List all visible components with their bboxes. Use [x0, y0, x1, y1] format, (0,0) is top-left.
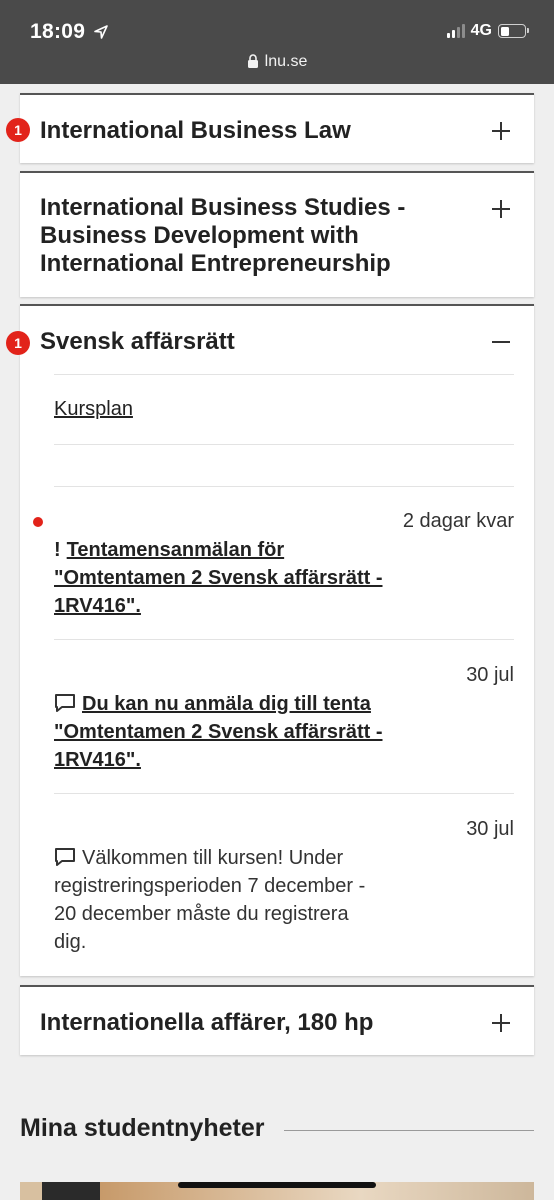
clock: 18:09 [30, 20, 86, 43]
url-text: lnu.se [264, 53, 308, 70]
divider [54, 639, 514, 640]
notice-welcome-message: Välkommen till kursen! Under registrerin… [54, 844, 474, 956]
expand-plus-icon[interactable] [490, 120, 512, 142]
course-header[interactable]: Internationella affärer, 180 hp [20, 987, 534, 1037]
notice-exam-registration[interactable]: ! Tentamensanmälan för "Omtentamen 2 Sven… [54, 536, 474, 620]
divider [54, 486, 514, 487]
notice-text-line: Välkommen till kursen! Under [82, 847, 344, 869]
notice-link-line[interactable]: 1RV416". [54, 595, 141, 617]
course-title: International Business Studies - Busines… [20, 173, 534, 278]
section-rule [284, 1130, 534, 1131]
network-type: 4G [470, 22, 492, 39]
status-indicators: 4G [446, 22, 529, 40]
notice-date: 30 jul [466, 664, 514, 686]
notice-link-line[interactable]: "Omtentamen 2 Svensk affärsrätt - [54, 721, 383, 743]
divider [54, 374, 514, 375]
course-title: International Business Law [40, 117, 351, 144]
notice-date: 30 jul [466, 818, 514, 840]
notice-link-line[interactable]: Tentamensanmälan för [67, 539, 284, 561]
course-card-international-business-studies[interactable]: International Business Studies - Busines… [20, 171, 534, 297]
divider [54, 793, 514, 794]
expand-plus-icon[interactable] [490, 198, 512, 220]
course-card-international-business-law[interactable]: International Business Law [20, 93, 534, 163]
section-heading-student-news: Mina studentnyheter [20, 1114, 265, 1142]
notice-text-line: dig. [54, 931, 87, 953]
course-header[interactable]: International Business Studies - Busines… [20, 173, 534, 278]
divider [54, 444, 514, 445]
notification-badge: 1 [6, 331, 30, 355]
course-header[interactable]: Svensk affärsrätt [20, 306, 534, 356]
cellular-signal-icon [446, 24, 465, 38]
expand-plus-icon[interactable] [490, 1012, 512, 1034]
unread-indicator-dot [33, 517, 43, 527]
notice-text-line: registreringsperioden 7 december - [54, 875, 366, 897]
notice-text-line: 20 december måste du registrera [54, 903, 349, 925]
status-bar: 18:09 4G lnu.se [0, 0, 554, 84]
collapse-minus-icon[interactable] [490, 331, 512, 353]
course-title-line: International Entrepreneurship [40, 250, 391, 277]
notice-link-line[interactable]: "Omtentamen 2 Svensk affärsrätt - [54, 567, 383, 589]
lock-icon [247, 54, 258, 68]
speech-bubble-icon [55, 694, 75, 712]
battery-icon [498, 24, 529, 38]
course-title-line: International Business Studies - [40, 194, 406, 221]
course-card-internationella-affarer[interactable]: Internationella affärer, 180 hp [20, 985, 534, 1055]
home-indicator [178, 1182, 376, 1188]
notice-date: 2 dagar kvar [402, 510, 514, 532]
notice-link-line[interactable]: 1RV416". [54, 749, 141, 771]
notice-exam-available[interactable]: Du kan nu anmäla dig till tenta "Omtenta… [54, 690, 474, 774]
location-arrow-icon [94, 25, 108, 39]
course-title: Svensk affärsrätt [40, 328, 235, 355]
kursplan-link[interactable]: Kursplan [54, 398, 133, 421]
notice-link-line[interactable]: Du kan nu anmäla dig till tenta [82, 693, 371, 715]
course-title: Internationella affärer, 180 hp [40, 1009, 374, 1036]
course-header[interactable]: International Business Law [20, 95, 534, 145]
url-bar[interactable]: lnu.se [0, 53, 554, 71]
course-title-line: Business Development with [40, 222, 359, 249]
notification-badge: 1 [6, 118, 30, 142]
exclamation-icon: ! [54, 539, 61, 561]
speech-bubble-icon [55, 848, 75, 866]
